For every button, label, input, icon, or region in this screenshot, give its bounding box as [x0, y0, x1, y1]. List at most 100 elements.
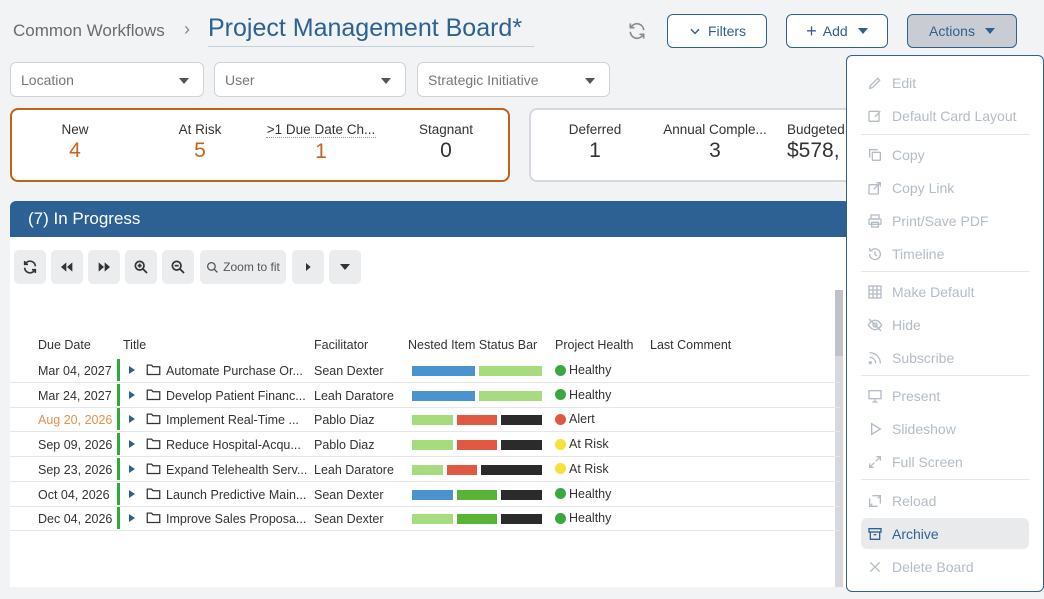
reload-icon — [869, 495, 881, 507]
column-header-nested-status[interactable]: Nested Item Status Bar — [408, 338, 537, 352]
title-cell[interactable]: Automate Purchase Or... — [166, 364, 303, 378]
column-header-project-health[interactable]: Project Health — [555, 338, 634, 352]
caret-down-icon — [179, 78, 189, 84]
menu-item-copy-link[interactable]: Copy Link — [861, 173, 1029, 203]
table-row[interactable]: Oct 04, 2026 Launch Predictive Main... Sea… — [10, 482, 840, 507]
column-header-last-comment[interactable]: Last Comment — [650, 338, 731, 352]
stat-annual-completed[interactable]: Annual Comple... 3 — [661, 122, 769, 163]
user-select[interactable]: User — [214, 62, 406, 97]
section-header[interactable]: (7) In Progress — [10, 201, 850, 237]
more-dropdown-button[interactable] — [329, 250, 361, 284]
search-icon — [207, 261, 218, 273]
column-header-due-date[interactable]: Due Date — [38, 338, 91, 352]
menu-item-edit[interactable]: Edit — [861, 68, 1029, 98]
stat-due-date-changes[interactable]: >1 Due Date Ch... 1 — [266, 122, 376, 164]
next-button[interactable] — [292, 250, 324, 284]
strategic-select-value: Strategic Initiative — [428, 71, 539, 88]
pencil-icon — [868, 77, 881, 90]
add-button[interactable]: + Add — [786, 14, 888, 48]
menu-item-print-save-pdf[interactable]: Print/Save PDF — [861, 206, 1029, 236]
menu-item-copy[interactable]: Copy — [861, 140, 1029, 170]
title-cell[interactable]: Improve Sales Proposa... — [166, 512, 306, 526]
zoom-out-icon — [171, 260, 185, 274]
table-row[interactable]: Sep 09, 2026 Reduce Hospital-Acqu... Pablo… — [10, 432, 840, 458]
status-bar-segment — [412, 415, 453, 426]
expand-row-icon[interactable] — [129, 489, 135, 498]
menu-item-delete-board[interactable]: Delete Board — [861, 552, 1029, 582]
status-bar-segment — [501, 440, 542, 451]
menu-item-label: Slideshow — [892, 421, 956, 437]
stat-deferred[interactable]: Deferred 1 — [555, 122, 635, 163]
caret-down-icon — [340, 264, 350, 270]
stat-value: 3 — [709, 139, 721, 162]
actions-button[interactable]: Actions — [907, 14, 1017, 48]
menu-item-full-screen[interactable]: Full Screen — [861, 447, 1029, 477]
column-header-title[interactable]: Title — [123, 338, 146, 352]
location-select[interactable]: Location — [10, 62, 204, 97]
refresh-button[interactable] — [14, 250, 46, 284]
expand-row-icon[interactable] — [129, 366, 135, 374]
title-cell[interactable]: Expand Telehealth Serv... — [166, 463, 307, 477]
title-cell[interactable]: Launch Predictive Main... — [166, 488, 306, 502]
expand-row-icon[interactable] — [129, 440, 135, 449]
health-status-dot — [555, 438, 566, 450]
stat-stagnant[interactable]: Stagnant 0 — [406, 122, 486, 163]
table-row[interactable]: Sep 23, 2026 Expand Telehealth Serv... Lea… — [10, 457, 840, 482]
refresh-icon[interactable] — [627, 21, 647, 41]
caret-down-icon — [381, 78, 391, 84]
title-cell[interactable]: Implement Real-Time ... — [166, 413, 299, 427]
expand-row-icon[interactable] — [129, 464, 135, 473]
project-health-cell: At Risk — [555, 462, 609, 476]
breadcrumb[interactable]: Common Workflows — [13, 21, 165, 41]
menu-item-make-default[interactable]: Make Default — [861, 277, 1029, 307]
rss-icon — [868, 352, 881, 365]
zoom-out-button[interactable] — [162, 250, 194, 284]
stat-new[interactable]: New 4 — [40, 122, 110, 163]
menu-item-present[interactable]: Present — [861, 381, 1029, 411]
menu-item-label: Archive — [892, 525, 939, 542]
title-cell[interactable]: Reduce Hospital-Acqu... — [166, 438, 301, 452]
strategic-initiative-select[interactable]: Strategic Initiative — [417, 62, 610, 97]
expand-row-icon[interactable] — [129, 514, 135, 523]
table-row[interactable]: Mar 04, 2027 Automate Purchase Or... Sean … — [10, 358, 840, 383]
menu-item-reload[interactable]: Reload — [861, 486, 1029, 516]
column-header-facilitator[interactable]: Facilitator — [314, 338, 368, 352]
table-row[interactable]: Dec 04, 2026 Improve Sales Proposa... Sean… — [10, 506, 840, 532]
caret-down-icon — [857, 28, 868, 34]
fast-forward-button[interactable] — [88, 250, 120, 284]
menu-item-label: Present — [892, 388, 941, 404]
menu-item-archive[interactable]: Archive — [861, 518, 1029, 549]
title-cell[interactable]: Develop Patient Financ... — [166, 389, 306, 403]
facilitator-cell: Sean Dexter — [314, 487, 384, 502]
grid-icon — [868, 285, 882, 299]
project-health-cell: Healthy — [555, 363, 611, 377]
status-indicator-bar — [117, 408, 120, 431]
project-health-cell: Healthy — [555, 511, 611, 525]
header: Common Workflows › Project Management Bo… — [0, 0, 1044, 60]
rewind-button[interactable] — [51, 250, 83, 284]
menu-item-timeline[interactable]: Timeline — [861, 239, 1029, 269]
stat-value: 4 — [69, 139, 81, 162]
stat-at-risk[interactable]: At Risk 5 — [160, 122, 240, 163]
archive-icon — [868, 527, 882, 540]
table-row[interactable]: Mar 24, 2027 Develop Patient Financ... Lea… — [10, 383, 840, 408]
expand-row-icon[interactable] — [129, 390, 135, 399]
menu-item-subscribe[interactable]: Subscribe — [861, 343, 1029, 373]
expand-row-icon[interactable] — [129, 415, 135, 424]
menu-item-slideshow[interactable]: Slideshow — [861, 414, 1029, 444]
facilitator-cell: Leah Daratore — [314, 462, 394, 477]
menu-item-default-card-layout[interactable]: Default Card Layout — [861, 101, 1029, 131]
folder-icon — [146, 389, 161, 400]
filters-button[interactable]: Filters — [667, 14, 767, 48]
health-status-dot — [555, 389, 566, 401]
scrollbar-thumb[interactable] — [835, 290, 843, 356]
status-bar-segment — [412, 464, 443, 475]
zoom-in-button[interactable] — [125, 250, 157, 284]
page-title[interactable]: Project Management Board* — [208, 14, 534, 47]
actions-label: Actions — [929, 23, 975, 39]
table-row[interactable]: Aug 20, 2026 Implement Real-Time ... Pablo… — [10, 407, 840, 433]
menu-item-hide[interactable]: Hide — [861, 310, 1029, 340]
health-label: Healthy — [569, 387, 612, 402]
zoom-to-fit-button[interactable]: Zoom to fit — [200, 250, 286, 284]
stat-budgeted[interactable]: Budgeted $578, — [787, 122, 845, 163]
